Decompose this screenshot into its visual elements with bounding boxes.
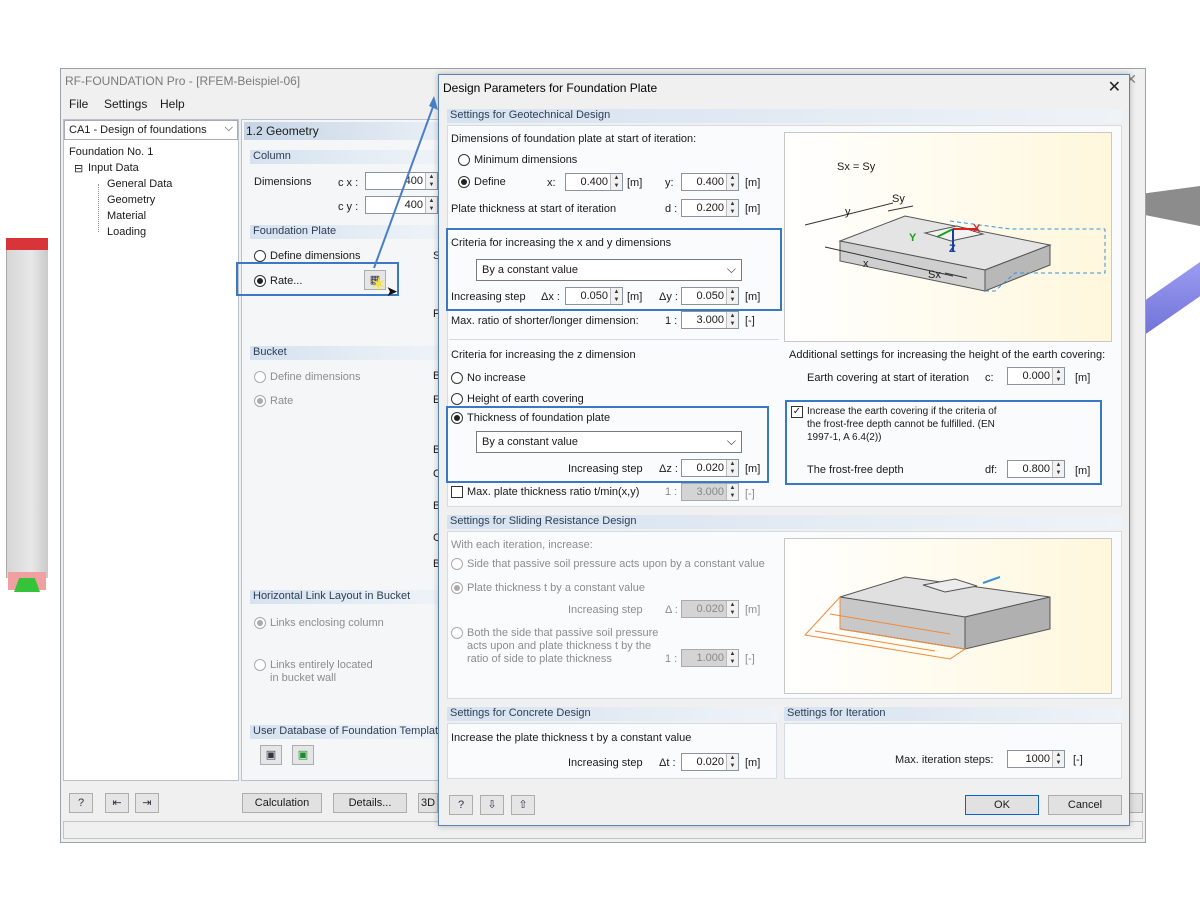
callout-arrow	[373, 96, 438, 269]
